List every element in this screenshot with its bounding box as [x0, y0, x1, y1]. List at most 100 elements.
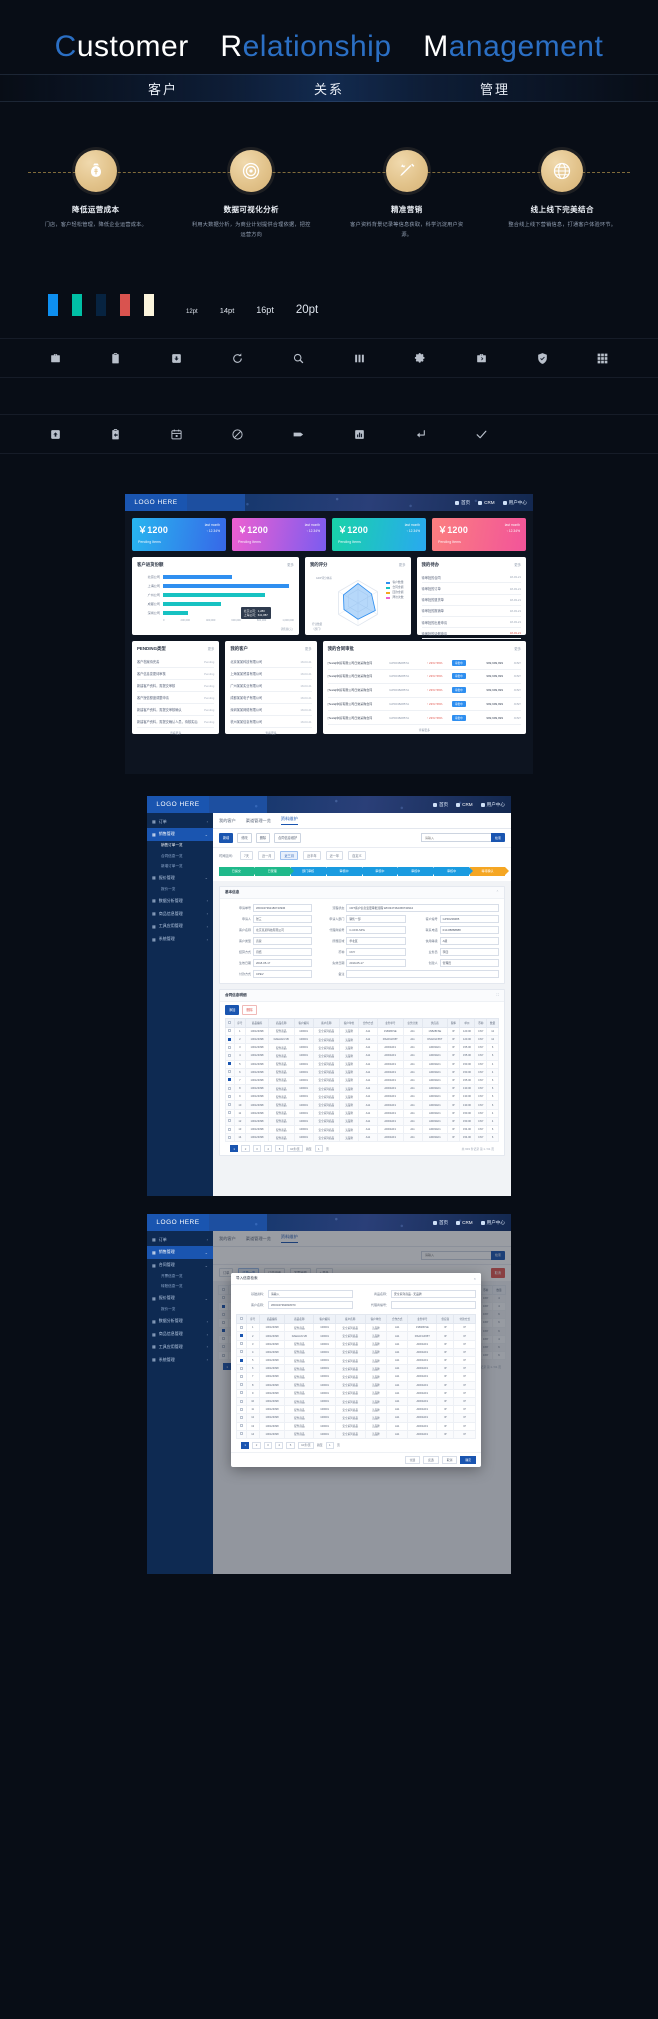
topnav-home[interactable]: 首页: [432, 802, 448, 808]
tab-my-customers[interactable]: 我的客户: [219, 818, 236, 824]
briefcase-next-icon[interactable]: [470, 348, 492, 368]
sidebar-sub-sales-orders[interactable]: 销售订单一览: [147, 841, 213, 851]
row-checkbox[interactable]: [236, 1405, 247, 1415]
table-row[interactable]: 8100123398配件商品100001安全系列商品无品牌A11ADD3AF1A…: [225, 1084, 499, 1094]
page-3[interactable]: 3: [263, 1441, 273, 1449]
table-row[interactable]: 11 100123398 配件商品 100001 安全系列商品 无品牌 A11 ADD3AF1…: [225, 1108, 499, 1118]
field-value[interactable]: [346, 969, 499, 978]
step-review-1[interactable]: 审核中: [326, 866, 366, 876]
field-value[interactable]: WF0347362180743936: [253, 903, 313, 912]
topnav-crm[interactable]: CRM: [478, 500, 495, 506]
list-item[interactable]: 待审批的合同 18-03-21: [421, 572, 522, 584]
table-row[interactable]: [Tesla]中投有限公司日常采购合同 GPF0382857A ↑ 23%↑56…: [327, 670, 521, 684]
gear-icon[interactable]: [409, 348, 431, 368]
table-row[interactable]: 8 100123398 配件商品 100001 安全系列商品 无品牌 A11 ADD3AF1 I…: [236, 1380, 476, 1390]
field-value[interactable]: 华北区: [346, 936, 406, 945]
list-item[interactable]: 客户档案待完善 Pending: [137, 656, 215, 669]
sidebar-sub-quote-list[interactable]: 报价一览: [147, 884, 213, 894]
logo[interactable]: LOGO HERE: [147, 796, 209, 814]
table-row[interactable]: 12 100123398 配件商品 100001 安全系列商品 无品牌 A11 ADD3AF1…: [225, 1116, 499, 1127]
table-row[interactable]: 13 100123398 配件商品 100001 安全系列商品 无品牌 A11 ADD3AF1…: [236, 1421, 476, 1431]
field-value[interactable]: GPF0238485: [439, 914, 499, 923]
sidebar-item-product[interactable]: ▦ 商品信息管理 ›: [147, 1328, 213, 1341]
row-checkbox[interactable]: [225, 1084, 235, 1094]
list-item[interactable]: 待审批的请假申请 18-03-21: [421, 628, 522, 640]
row-checkbox[interactable]: [236, 1380, 247, 1390]
filter-chip-3m[interactable]: 近三月: [280, 850, 299, 860]
pending-footer-link[interactable]: 查看更多: [137, 731, 214, 735]
sidebar-sub-new-orders[interactable]: 新增订单一览: [147, 861, 213, 871]
row-checkbox[interactable]: [225, 1100, 235, 1110]
table-row[interactable]: 14 100123398 配件商品 100001 安全系列商品 无品牌 A11 ADD3AF1…: [225, 1133, 499, 1143]
table-row[interactable]: [Tesla]中投有限公司日常采购合同 GPF0382857A ↑ 23%↑56…: [327, 711, 521, 726]
approval-status-badge[interactable]: 审批中: [451, 659, 466, 666]
row-checkbox[interactable]: [236, 1372, 247, 1382]
row-checkbox[interactable]: [236, 1323, 247, 1333]
briefcase-icon[interactable]: [44, 348, 66, 368]
select-all-button[interactable]: 全选: [404, 1455, 421, 1464]
step-accepted[interactable]: 已受理: [254, 866, 294, 876]
step-submitted[interactable]: 已提交: [219, 866, 258, 876]
tag-icon[interactable]: [288, 424, 310, 444]
page-2[interactable]: 2: [241, 1145, 250, 1153]
filter-chip-7d[interactable]: 7天: [239, 850, 253, 860]
per-page-select[interactable]: 10条/页: [286, 1145, 303, 1153]
table-row[interactable]: 10 100123398 配件商品 100001 安全系列商品 无品牌 A11 ADD3AF1…: [225, 1100, 499, 1110]
field-value[interactable]: C-CFR-SPG: [346, 925, 406, 934]
sidebar-item-analytics[interactable]: ▦ 数据分析管理 ›: [147, 894, 213, 907]
step-review-4[interactable]: 审核中: [434, 866, 473, 876]
filter-chip-custom[interactable]: 自定义: [348, 850, 366, 860]
row-checkbox[interactable]: [236, 1364, 247, 1374]
tab-data-maintenance[interactable]: 资料维护: [280, 816, 298, 825]
table-row[interactable]: 3100123398配件商品100001安全系列商品无品牌A11ADD3AF1A…: [225, 1043, 499, 1053]
expand-icon[interactable]: ⛶: [496, 993, 499, 997]
kpi-card[interactable]: ￥1200 Pending Items last month ↑ 12.34%: [432, 518, 526, 552]
close-icon[interactable]: ×: [474, 1276, 476, 1281]
field-value[interactable]: 张三: [253, 914, 313, 923]
bar-chart-icon[interactable]: [348, 424, 370, 444]
search-icon[interactable]: [288, 348, 310, 368]
list-item[interactable]: 新建客户资料，需提交确认人员，待核实后 Pending: [137, 716, 215, 729]
topnav-home[interactable]: 首页: [454, 500, 470, 506]
field-value[interactable]: CPEV: [253, 969, 313, 978]
table-row[interactable]: 7100123398配件商品100001安全系列商品无品牌A11ADD3AF1A…: [225, 1075, 499, 1086]
sidebar-item-system[interactable]: ▦ 系统管理 ›: [147, 1353, 213, 1366]
bar-chart-more-link[interactable]: 更多: [287, 562, 294, 567]
add-button[interactable]: 新增: [219, 832, 234, 843]
sidebar-item-system[interactable]: ▦ 系统管理 ›: [147, 933, 213, 946]
topnav-crm[interactable]: CRM: [456, 802, 473, 808]
sidebar-item-contract[interactable]: ▦ 合同管理 ⌄: [147, 1259, 213, 1272]
sidebar-sub-transfer[interactable]: 转账信息一览: [147, 1282, 213, 1292]
sidebar-item-sales[interactable]: ▦ 销售管理 ⌄: [147, 1246, 213, 1259]
list-item[interactable]: 北京某某科技有限公司 18-03-21: [230, 656, 312, 669]
row-checkbox[interactable]: [236, 1339, 247, 1349]
delete-button[interactable]: 删除: [255, 832, 271, 843]
table-add-button[interactable]: 添加: [225, 1004, 240, 1015]
calendar-icon[interactable]: [166, 424, 188, 444]
tab-channel-list[interactable]: 渠道管理一览: [246, 818, 271, 824]
recent-footer-link[interactable]: 查看更多: [230, 731, 311, 735]
logo[interactable]: LOGO HERE: [147, 1214, 209, 1232]
approval-more-link[interactable]: 更多: [514, 646, 521, 651]
list-item[interactable]: 成都某某电子有限公司 18-03-21: [230, 692, 312, 705]
sidebar-sub-contracts[interactable]: 合同信息一览: [147, 851, 213, 861]
row-checkbox[interactable]: [225, 1026, 235, 1036]
row-checkbox[interactable]: [236, 1331, 247, 1341]
block-icon[interactable]: [227, 424, 249, 444]
col-select[interactable]: [236, 1314, 247, 1325]
columns-icon[interactable]: [348, 348, 370, 368]
field-value[interactable]: 010-88888888: [439, 925, 499, 934]
field-value[interactable]: 2018-05-17: [253, 958, 313, 967]
table-row[interactable]: 10 100123398 配件商品 100001 安全系列商品 无品牌 A11 ADD3AF1…: [236, 1396, 476, 1407]
filter-chip-1y[interactable]: 近一年: [325, 850, 344, 860]
page-4[interactable]: 4: [275, 1441, 284, 1449]
field-value[interactable]: [391, 1301, 476, 1310]
approval-footer-link[interactable]: 查看更多: [328, 728, 521, 732]
filter-chip-1m[interactable]: 近一月: [257, 850, 276, 860]
sidebar-item-order[interactable]: ▦ 订单 ›: [147, 1233, 213, 1246]
page-2[interactable]: 2: [252, 1441, 261, 1449]
row-checkbox[interactable]: [225, 1092, 235, 1102]
table-row[interactable]: 9 100123398 配件商品 100001 安全系列商品 无品牌 A11 ADD3AF1 I…: [236, 1388, 476, 1398]
row-checkbox[interactable]: [236, 1347, 247, 1358]
field-value[interactable]: 北京某某科技有限公司: [253, 925, 313, 934]
